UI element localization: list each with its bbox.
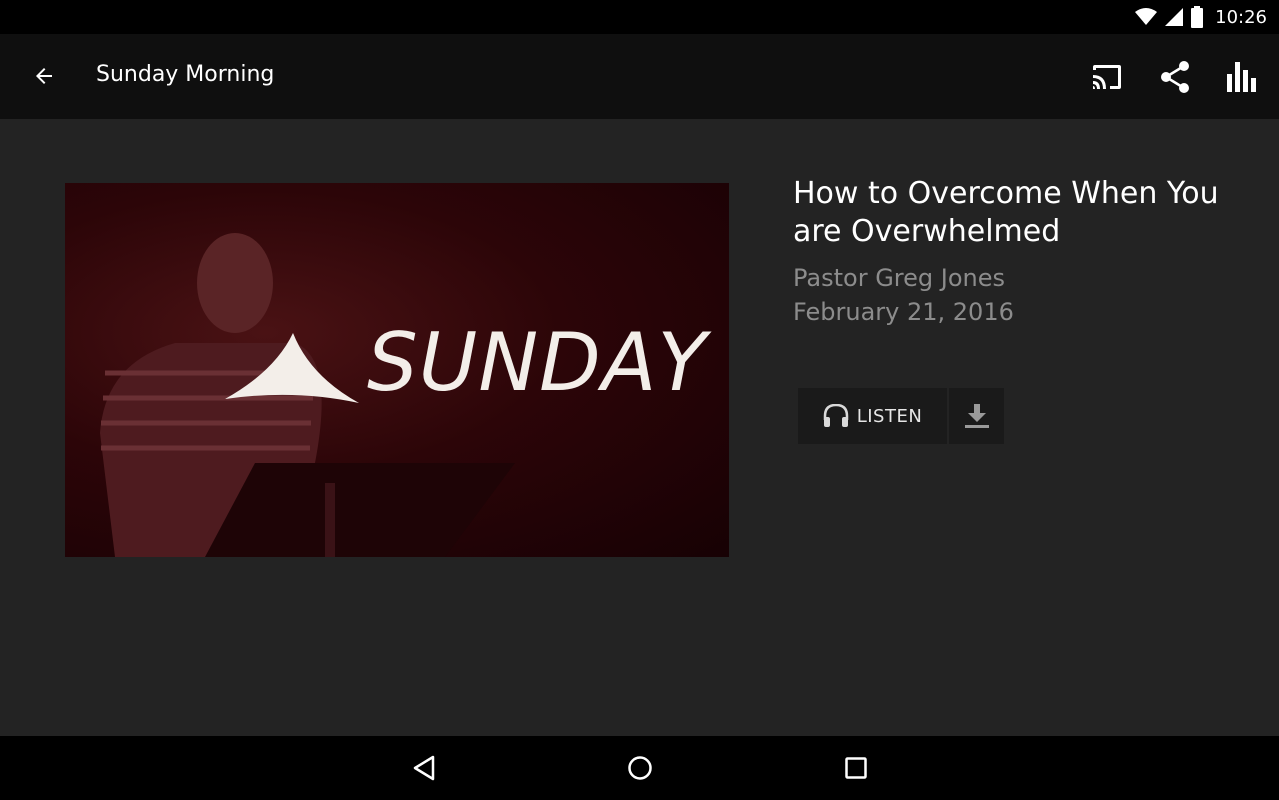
cast-button[interactable] (1075, 45, 1139, 109)
status-time: 10:26 (1215, 6, 1267, 28)
app-actions (1075, 34, 1279, 119)
back-button[interactable] (24, 56, 64, 96)
sermon-date: February 21, 2016 (793, 298, 1014, 326)
artwork-title: SUNDAY (367, 316, 708, 409)
cast-icon (1093, 64, 1121, 89)
download-button[interactable] (949, 388, 1004, 444)
sermon-title: How to Overcome When You are Overwhelmed (793, 176, 1219, 249)
share-button[interactable] (1143, 45, 1207, 109)
equalizer-icon (1227, 61, 1256, 92)
nav-recents-button[interactable] (832, 744, 880, 792)
app-bar: Sunday Morning (0, 34, 1279, 119)
equalizer-button[interactable] (1211, 45, 1275, 109)
listen-button[interactable]: LISTEN (798, 388, 947, 444)
headphones-icon (823, 404, 848, 427)
status-bar: 10:26 (0, 0, 1279, 34)
tent-logo-icon (225, 333, 359, 403)
battery-icon (1191, 6, 1204, 28)
status-icons: 10:26 (1135, 0, 1267, 34)
nav-back-icon (413, 755, 435, 781)
nav-home-icon (628, 756, 652, 780)
system-nav-bar (0, 736, 1279, 800)
sermon-detail: SUNDAY How to Overcome When You are Over… (0, 119, 1279, 736)
sermon-speaker: Pastor Greg Jones (793, 264, 1006, 292)
listen-label: LISTEN (856, 405, 923, 427)
nav-back-button[interactable] (400, 744, 448, 792)
media-actions: LISTEN (798, 388, 1004, 444)
page-title: Sunday Morning (96, 62, 275, 87)
download-icon (964, 404, 989, 428)
nav-home-button[interactable] (616, 744, 664, 792)
wifi-icon (1135, 8, 1158, 25)
sermon-artwork[interactable]: SUNDAY (65, 183, 729, 557)
share-icon (1161, 60, 1189, 93)
artwork-brand: SUNDAY (225, 323, 707, 403)
back-arrow-icon (36, 68, 52, 84)
nav-recents-icon (845, 757, 867, 779)
cell-signal-icon (1165, 8, 1184, 26)
